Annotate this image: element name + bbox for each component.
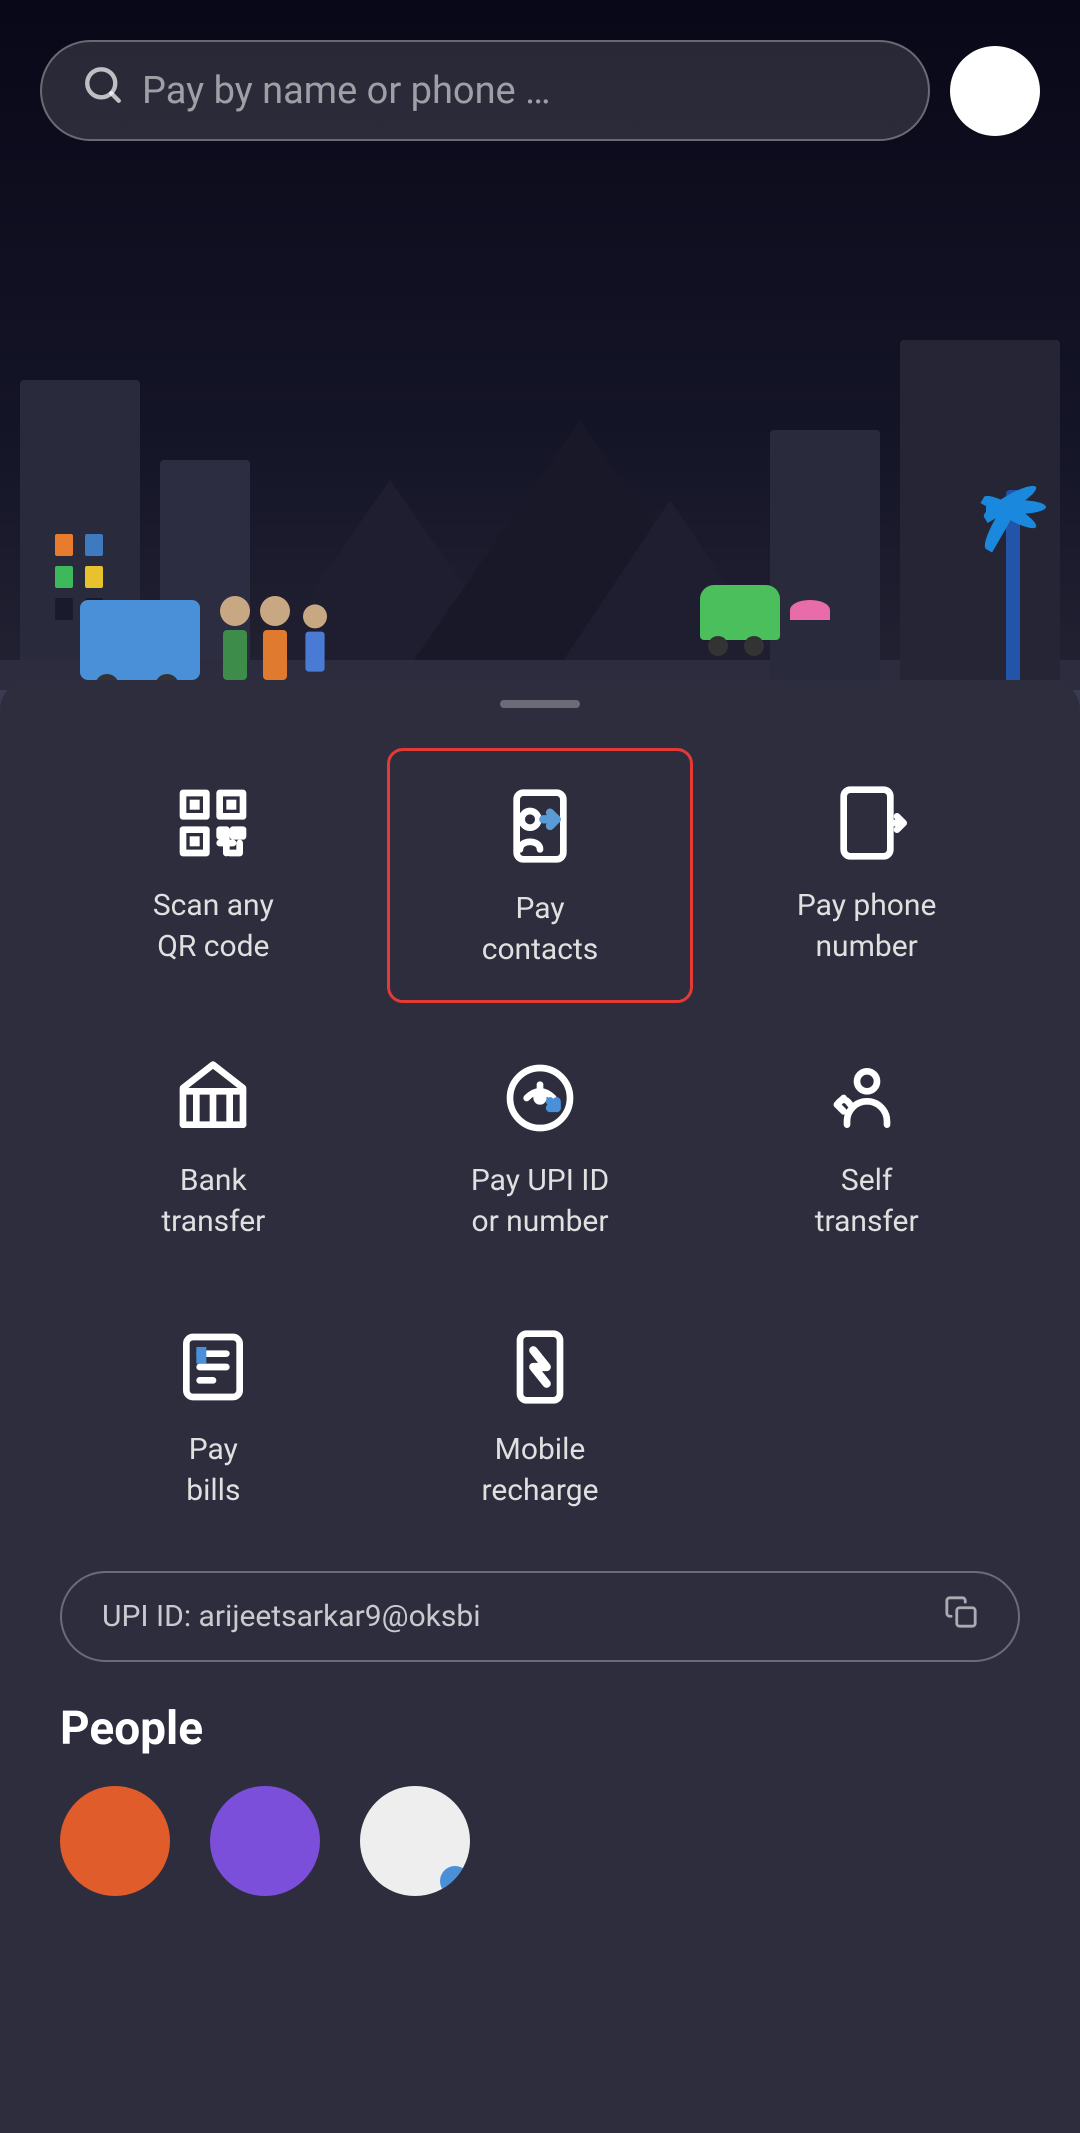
pay-upi-label: Pay UPI IDor number xyxy=(471,1161,609,1242)
pay-contacts-label: Paycontacts xyxy=(482,889,599,970)
self-transfer-icon xyxy=(822,1053,912,1143)
pay-contacts-icon xyxy=(495,781,585,871)
person-avatar-2[interactable] xyxy=(210,1786,320,1896)
mobile-recharge-icon xyxy=(495,1322,585,1412)
bank-transfer-button[interactable]: Banktransfer xyxy=(60,1023,367,1272)
upi-id-bar[interactable]: UPI ID: arijeetsarkar9@oksbi xyxy=(60,1571,1020,1662)
scan-qr-button[interactable]: Scan anyQR code xyxy=(60,748,367,1003)
pay-contacts-button[interactable]: Paycontacts xyxy=(387,748,694,1003)
top-bar: Pay by name or phone … xyxy=(0,40,1080,141)
street-figures xyxy=(80,596,330,680)
pay-phone-number-button[interactable]: Pay phonenumber xyxy=(713,748,1020,1003)
self-transfer-label: Selftransfer xyxy=(815,1161,919,1242)
upi-id-text: UPI ID: arijeetsarkar9@oksbi xyxy=(102,1599,481,1634)
pay-bills-button[interactable]: Paybills xyxy=(60,1292,367,1541)
bank-transfer-label: Banktransfer xyxy=(161,1161,265,1242)
auto-rickshaw xyxy=(700,585,780,640)
scan-qr-label: Scan anyQR code xyxy=(153,886,274,967)
person-avatar-1[interactable] xyxy=(60,1786,170,1896)
pay-phone-icon xyxy=(822,778,912,868)
people-section-title: People xyxy=(60,1702,1020,1756)
qr-code-icon xyxy=(168,778,258,868)
person-avatar-3[interactable] xyxy=(360,1786,470,1896)
pay-upi-button[interactable]: Pay UPI IDor number xyxy=(387,1023,694,1272)
upi-icon xyxy=(495,1053,585,1143)
lotus-decoration xyxy=(790,600,830,620)
copy-icon[interactable] xyxy=(944,1595,978,1638)
mobile-recharge-button[interactable]: Mobilerecharge xyxy=(387,1292,694,1541)
pay-bills-label: Paybills xyxy=(186,1430,240,1511)
search-bar[interactable]: Pay by name or phone … xyxy=(40,40,930,141)
palm-tree xyxy=(1006,490,1020,690)
bills-icon xyxy=(168,1322,258,1412)
people-section: People xyxy=(0,1662,1080,1896)
empty-cell xyxy=(713,1292,1020,1541)
bottom-sheet: Scan anyQR code Paycontacts xyxy=(0,680,1080,2133)
mobile-recharge-label: Mobilerecharge xyxy=(482,1430,599,1511)
bank-icon xyxy=(168,1053,258,1143)
sheet-handle xyxy=(500,700,580,708)
user-avatar[interactable] xyxy=(950,46,1040,136)
people-row xyxy=(60,1786,1020,1896)
actions-row-3: Paybills Mobilerecharge xyxy=(0,1292,1080,1541)
self-transfer-button[interactable]: Selftransfer xyxy=(713,1023,1020,1272)
actions-row-2: Banktransfer Pay UPI IDor number xyxy=(0,1023,1080,1272)
search-placeholder: Pay by name or phone … xyxy=(142,69,551,113)
actions-row-1: Scan anyQR code Paycontacts xyxy=(0,748,1080,1003)
pay-phone-number-label: Pay phonenumber xyxy=(797,886,936,967)
search-icon xyxy=(82,64,124,117)
